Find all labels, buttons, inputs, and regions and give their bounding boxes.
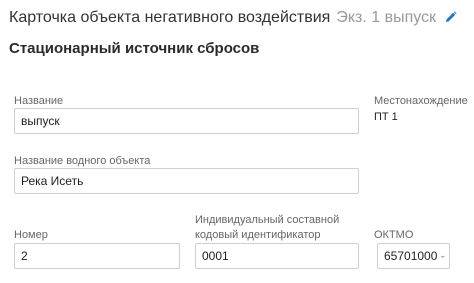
number-field[interactable]: 2 — [14, 243, 180, 269]
number-label: Номер — [14, 229, 48, 241]
name-label: Название — [14, 95, 64, 107]
identifier-field[interactable]: 0001 — [195, 243, 359, 269]
oktmo-label: ОКТМО — [374, 229, 414, 241]
chevron-down-icon — [441, 255, 445, 258]
section-title: Стационарный источник сбросов — [9, 40, 260, 57]
name-field[interactable]: выпуск — [14, 108, 359, 134]
location-value: ПТ 1 — [374, 111, 398, 123]
card-header: Карточка объекта негативного воздействия… — [9, 9, 457, 29]
pencil-icon[interactable] — [445, 11, 457, 23]
oktmo-select[interactable]: 65701000 — [377, 243, 450, 269]
page-title: Карточка объекта негативного воздействия — [9, 9, 331, 26]
water-body-field[interactable]: Река Исеть — [14, 168, 359, 194]
oktmo-value: 65701000 — [384, 249, 438, 263]
identifier-label-line2: кодовый идентификатор — [195, 229, 321, 241]
identifier-label-line1: Индивидуальный составной — [195, 214, 340, 226]
page-subtitle: Экз. 1 выпуск — [336, 9, 437, 26]
water-body-label: Название водного объекта — [14, 155, 151, 167]
location-label: Местонахождение — [374, 95, 468, 107]
